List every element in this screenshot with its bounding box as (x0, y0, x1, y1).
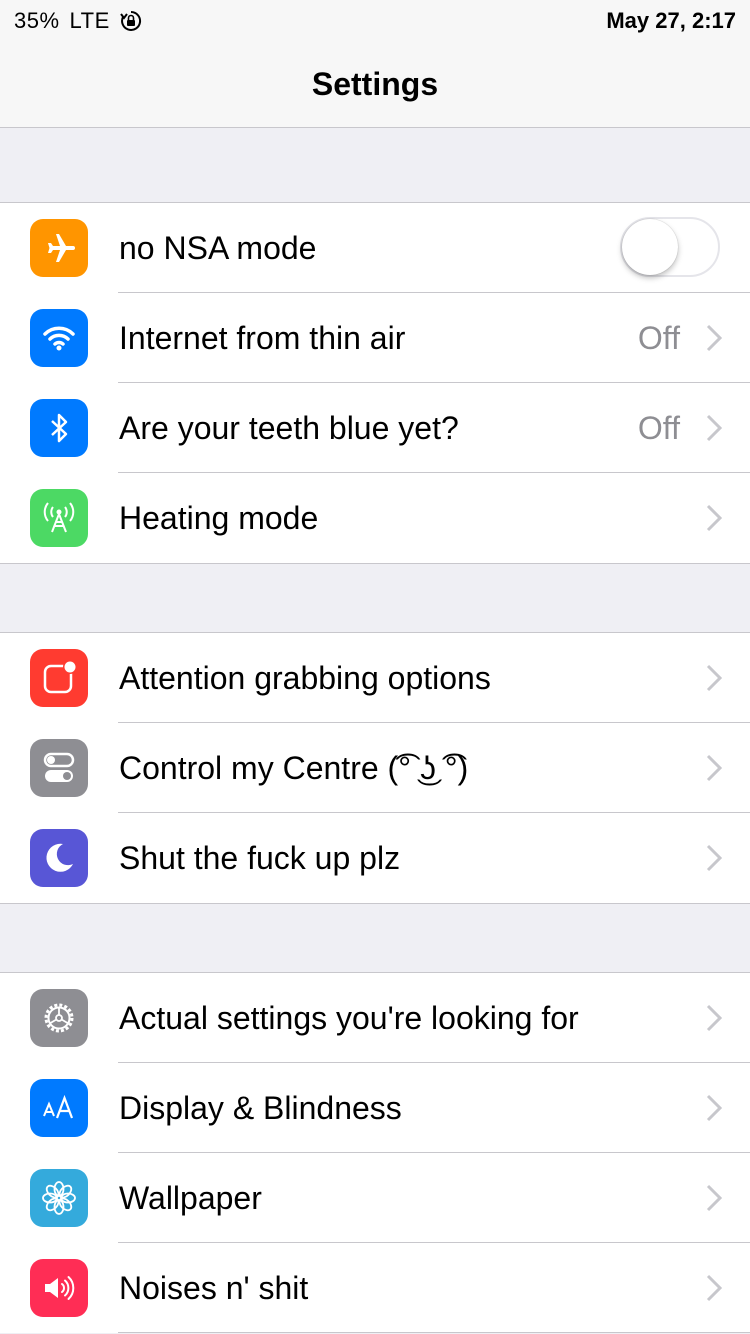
settings-row-bluetooth[interactable]: Are your teeth blue yet? Off (0, 383, 750, 473)
status-bar: 35% LTE May 27, 2:17 (0, 0, 750, 40)
gear-icon (30, 989, 88, 1047)
row-value: Off (637, 410, 680, 446)
navigation-bar: Settings (0, 40, 750, 128)
settings-group-general: Actual settings you're looking for Displ… (0, 972, 750, 1333)
settings-row-actual-settings[interactable]: Actual settings you're looking for (0, 973, 750, 1063)
chevron-right-icon (706, 754, 722, 782)
network-type: LTE (69, 8, 110, 33)
chevron-right-icon (706, 1004, 722, 1032)
settings-row-do-not-disturb[interactable]: Shut the fuck up plz (0, 813, 750, 903)
row-label: Control my Centre (͡° ͜ʖ ͡°) (119, 750, 469, 786)
row-value: Off (637, 320, 680, 356)
row-label: Are your teeth blue yet? (119, 410, 459, 446)
status-datetime: May 27, 2:17 (606, 8, 736, 33)
no-nsa-mode-toggle[interactable] (620, 217, 720, 277)
chevron-right-icon (706, 504, 722, 532)
chevron-right-icon (706, 844, 722, 872)
row-label: Shut the fuck up plz (119, 840, 401, 876)
row-label: Internet from thin air (119, 320, 406, 356)
row-label: Display & Blindness (119, 1090, 402, 1126)
status-left: 35% LTE (14, 8, 142, 34)
page-title: Settings (311, 66, 439, 102)
settings-row-control-centre[interactable]: Control my Centre (͡° ͜ʖ ͡°) (0, 723, 750, 813)
speaker-icon (30, 1259, 88, 1317)
chevron-right-icon (706, 1274, 722, 1302)
settings-row-heating-mode[interactable]: Heating mode (0, 473, 750, 563)
settings-row-no-nsa-mode[interactable]: no NSA mode (0, 203, 750, 293)
row-label: Actual settings you're looking for (119, 1000, 579, 1036)
settings-group-connectivity: no NSA mode Internet from thin air Off A… (0, 202, 750, 564)
row-label: no NSA mode (119, 230, 317, 266)
text-size-icon (30, 1079, 88, 1137)
wifi-icon (30, 309, 88, 367)
chevron-right-icon (706, 414, 722, 442)
bluetooth-icon (30, 399, 88, 457)
chevron-right-icon (706, 1184, 722, 1212)
battery-percentage: 35% (14, 8, 60, 33)
row-label: Attention grabbing options (119, 660, 491, 696)
settings-row-attention-grabbing[interactable]: Attention grabbing options (0, 633, 750, 723)
row-label: Heating mode (119, 500, 319, 536)
settings-row-wallpaper[interactable]: Wallpaper (0, 1153, 750, 1243)
row-label: Noises n' shit (119, 1270, 309, 1306)
settings-group-notifications: Attention grabbing options Control my Ce… (0, 632, 750, 904)
row-separator (118, 1332, 750, 1333)
notifications-icon (30, 649, 88, 707)
cellular-antenna-icon (30, 489, 88, 547)
chevron-right-icon (706, 324, 722, 352)
chevron-right-icon (706, 664, 722, 692)
toggle-knob (622, 219, 678, 275)
airplane-icon (30, 219, 88, 277)
flower-icon (30, 1169, 88, 1227)
chevron-right-icon (706, 1094, 722, 1122)
control-centre-icon (30, 739, 88, 797)
orientation-lock-icon (119, 10, 142, 32)
settings-row-wifi[interactable]: Internet from thin air Off (0, 293, 750, 383)
settings-row-sounds[interactable]: Noises n' shit (0, 1243, 750, 1333)
moon-icon (30, 829, 88, 887)
row-label: Wallpaper (119, 1180, 262, 1216)
settings-row-display[interactable]: Display & Blindness (0, 1063, 750, 1153)
